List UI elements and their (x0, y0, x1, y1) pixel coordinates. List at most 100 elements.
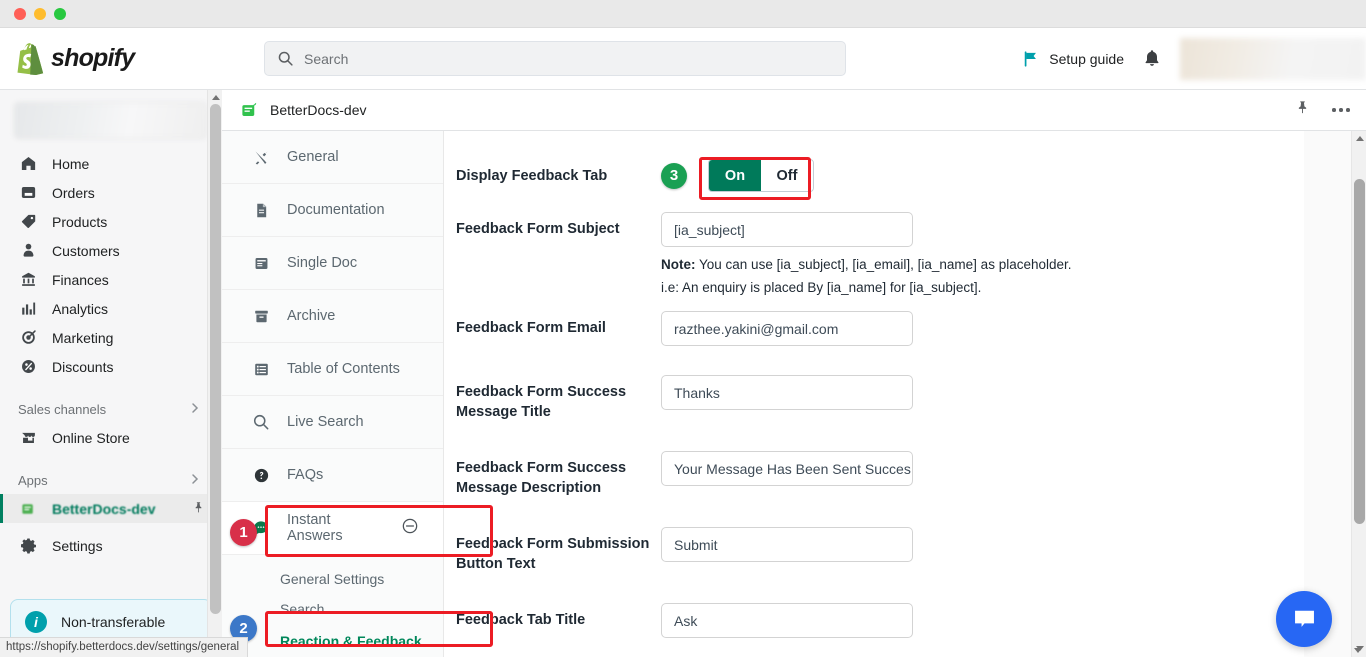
bar-chart-icon (18, 300, 38, 317)
status-bar-url: https://shopify.betterdocs.dev/settings/… (0, 637, 249, 657)
main-scrollbar-thumb[interactable] (1354, 179, 1365, 524)
sidebar-item-label: Settings (52, 537, 103, 554)
sidebar-item-online-store[interactable]: Online Store (0, 423, 221, 452)
home-icon (18, 155, 38, 172)
form-row-feedback-form-email: Feedback Form Email razthee.yakini@gmail… (444, 311, 1366, 346)
feedback-form-email-input[interactable]: razthee.yakini@gmail.com (661, 311, 913, 346)
app-menu-item-archive[interactable]: Archive (222, 290, 443, 343)
pin-icon[interactable] (192, 501, 205, 517)
search-icon (252, 413, 270, 431)
step-badge-1: 1 (230, 519, 257, 546)
chevron-right-icon (189, 473, 201, 488)
app-menu-item-documentation[interactable]: Documentation (222, 184, 443, 237)
archive-box-icon (252, 308, 270, 325)
window-close-button[interactable] (14, 7, 26, 20)
setup-guide-button[interactable]: Setup guide (1022, 50, 1124, 68)
window-minimize-button[interactable] (34, 7, 46, 20)
app-menu-item-live-search[interactable]: Live Search (222, 396, 443, 449)
placeholder-note: Note: You can use [ia_subject], [ia_emai… (661, 247, 1366, 299)
question-circle-icon (252, 467, 270, 484)
topbar-actions: Setup guide (1022, 37, 1366, 80)
window-titlebar (0, 0, 1366, 28)
app-submenu-general-settings[interactable]: General Settings (222, 564, 443, 594)
sidebar-item-label: Marketing (52, 329, 114, 346)
sidebar-item-label: Home (52, 155, 90, 172)
app-menu-item-table-of-contents[interactable]: Table of Contents (222, 343, 443, 396)
app-menu-item-faqs[interactable]: FAQs (222, 449, 443, 502)
toggle-on-option[interactable]: On (709, 160, 761, 191)
avatar[interactable] (1180, 37, 1366, 80)
sidebar-item-customers[interactable]: Customers (0, 236, 221, 265)
ellipsis-icon[interactable] (1332, 108, 1350, 112)
person-icon (18, 242, 38, 259)
sidebar-item-label: Finances (52, 271, 109, 288)
display-feedback-tab-toggle[interactable]: On Off (708, 159, 814, 192)
field-control: [ia_subject] Note: You can use [ia_subje… (661, 212, 1366, 299)
form-row-feedback-tab-title: Feedback Tab Title Ask (444, 603, 1366, 638)
store-switcher[interactable] (14, 102, 207, 139)
sidebar-item-betterdocs-dev[interactable]: BetterDocs-dev (0, 494, 221, 523)
sidebar-group-sales-channels[interactable]: Sales channels (0, 395, 221, 423)
form-row-success-message-description: Feedback Form Success Message Descriptio… (444, 451, 1366, 498)
scroll-down-arrow-icon[interactable] (1354, 648, 1362, 653)
scroll-up-arrow-icon[interactable] (1352, 131, 1366, 145)
shopify-logo[interactable]: shopify (0, 42, 248, 75)
field-label: Feedback Tab Title (456, 612, 586, 628)
sidebar-item-products[interactable]: Products (0, 207, 221, 236)
app-menu-item-label: Live Search (287, 414, 364, 430)
list-table-icon (252, 361, 270, 378)
sidebar-item-finances[interactable]: Finances (0, 265, 221, 294)
feedback-form-subject-input[interactable]: [ia_subject] (661, 212, 913, 247)
app-menu-item-label: General (287, 149, 339, 165)
sidebar-item-marketing[interactable]: Marketing (0, 323, 221, 352)
sidebar-item-label: Orders (52, 184, 95, 201)
setup-guide-label: Setup guide (1049, 50, 1124, 67)
app-body: Home Orders Products Customers Finances (0, 90, 1366, 657)
sidebar-group-label: Apps (18, 472, 48, 488)
tag-icon (18, 213, 38, 230)
search-placeholder: Search (304, 50, 349, 67)
feedback-tab-title-input[interactable]: Ask (661, 603, 913, 638)
field-label: Feedback Form Email (456, 320, 606, 336)
app-menu-item-label: Single Doc (287, 255, 358, 271)
sidebar-item-discounts[interactable]: Discounts (0, 352, 221, 381)
sidebar-item-analytics[interactable]: Analytics (0, 294, 221, 323)
toggle-off-option[interactable]: Off (761, 160, 813, 191)
note-line-2: i.e: An enquiry is placed By [ia_name] f… (661, 280, 982, 295)
app-menu-item-label: Documentation (287, 202, 385, 218)
chat-bubble-icon (1294, 610, 1314, 627)
orders-inbox-icon (18, 184, 38, 201)
minus-circle-icon[interactable] (401, 517, 419, 539)
sidebar-scrollbar-thumb[interactable] (210, 104, 221, 614)
sidebar-item-home[interactable]: Home (0, 149, 221, 178)
app-menu-item-single-doc[interactable]: Single Doc (222, 237, 443, 290)
field-control: razthee.yakini@gmail.com (661, 311, 1366, 346)
sidebar-item-settings[interactable]: Settings (0, 531, 221, 560)
shopify-bag-icon (17, 42, 44, 75)
app-content: General Documentation Single Doc Archive… (222, 131, 1366, 657)
success-message-description-input[interactable]: Your Message Has Been Sent Succes (661, 451, 913, 486)
app-submenu-label: Reaction & Feedback (280, 633, 422, 649)
main-scrollbar[interactable] (1351, 131, 1366, 657)
note-prefix: Note: (661, 257, 696, 272)
sidebar-group-apps[interactable]: Apps (0, 466, 221, 494)
scroll-up-arrow-icon[interactable] (208, 90, 223, 104)
success-message-title-input[interactable]: Thanks (661, 375, 913, 410)
app-submenu-search[interactable]: Search (222, 594, 443, 624)
field-control: 3 On Off (661, 159, 1366, 192)
sidebar-item-orders[interactable]: Orders (0, 178, 221, 207)
sidebar-item-label: BetterDocs-dev (52, 500, 156, 517)
sidebar-scrollbar[interactable] (207, 90, 222, 657)
search-input[interactable]: Search (264, 41, 846, 76)
sidebar-item-label: Customers (52, 242, 120, 259)
settings-panel: Display Feedback Tab 3 On Off Feedback F… (444, 131, 1366, 657)
field-control: Thanks (661, 375, 1366, 410)
note-line-1: You can use [ia_subject], [ia_email], [i… (695, 257, 1072, 272)
pin-icon[interactable] (1295, 100, 1310, 120)
submission-button-text-input[interactable]: Submit (661, 527, 913, 562)
app-submenu-label: General Settings (280, 571, 385, 587)
bell-icon[interactable] (1142, 48, 1162, 69)
chat-widget-button[interactable] (1276, 591, 1332, 647)
window-maximize-button[interactable] (54, 7, 66, 20)
app-menu-item-general[interactable]: General (222, 131, 443, 184)
